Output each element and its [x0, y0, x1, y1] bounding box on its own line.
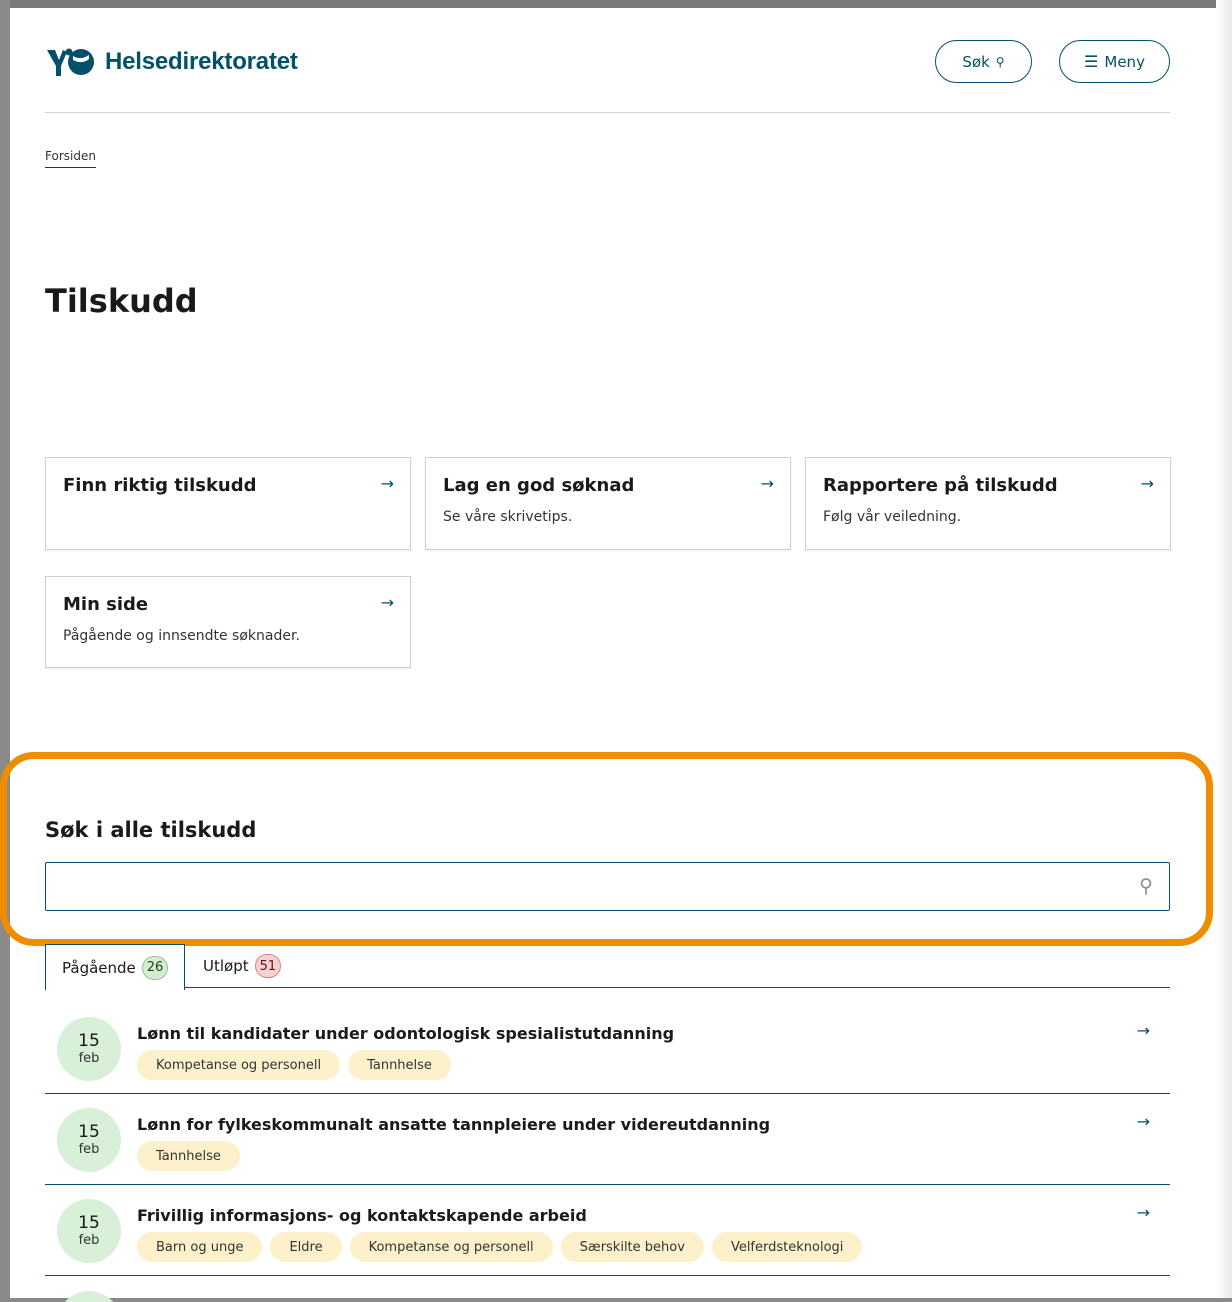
count-badge: 26 — [141, 955, 169, 980]
tab-utlopt[interactable]: Utløpt 51 — [187, 944, 297, 988]
tab-label: Pågående — [62, 958, 136, 977]
date-badge: 15 feb — [57, 1017, 121, 1081]
arrow-right-icon: → — [1136, 1021, 1150, 1040]
tab-bar: Pågående 26 Utløpt 51 — [45, 944, 1170, 990]
tag: Velferdsteknologi — [711, 1232, 863, 1262]
menu-button-label: Meny — [1104, 52, 1145, 71]
search-input[interactable] — [46, 863, 1106, 908]
card-lag-en-god-soknad[interactable]: Lag en god søknad Se våre skrivetips. → — [425, 457, 791, 550]
search-icon: ⚲ — [995, 54, 1005, 69]
card-subtitle: Pågående og innsendte søknader. — [63, 628, 300, 644]
tag: Kompetanse og personell — [349, 1232, 553, 1262]
tag-list: Tannhelse — [137, 1141, 240, 1171]
search-icon[interactable]: ⚲ — [1139, 875, 1153, 897]
tag: Barn og unge — [137, 1232, 263, 1262]
arrow-right-icon: → — [1140, 474, 1154, 493]
item-title: Lønn til kandidater under odontologisk s… — [137, 1024, 675, 1043]
tag: Kompetanse og personell — [137, 1050, 341, 1080]
card-min-side[interactable]: Min side Pågående og innsendte søknader.… — [45, 576, 411, 668]
window-frame-top — [0, 0, 1232, 8]
search-heading: Søk i alle tilskudd — [45, 818, 257, 842]
date-month: feb — [78, 1232, 100, 1248]
tag: Tannhelse — [348, 1050, 451, 1080]
arrow-right-icon: → — [1136, 1112, 1150, 1131]
date-month: feb — [78, 1141, 100, 1157]
arrow-right-icon: → — [760, 474, 774, 493]
logo-text: Helsedirektoratet — [105, 48, 298, 75]
search-button-label: Søk — [962, 52, 990, 71]
tab-label: Utløpt — [203, 957, 249, 975]
date-badge — [57, 1291, 121, 1302]
date-day: 15 — [78, 1212, 100, 1233]
tag-list: Kompetanse og personell Tannhelse — [137, 1050, 451, 1080]
arrow-right-icon: → — [380, 474, 394, 493]
date-day: 15 — [78, 1030, 100, 1051]
logo-link[interactable]: Helsedirektoratet — [45, 46, 298, 78]
helsedirektoratet-logo-icon — [47, 48, 94, 76]
date-day: 15 — [78, 1121, 100, 1142]
search-field[interactable]: ⚲ — [45, 862, 1170, 911]
header-divider — [45, 112, 1170, 113]
tab-pagaende[interactable]: Pågående 26 — [45, 944, 186, 990]
arrow-right-icon: → — [1136, 1203, 1150, 1222]
list-item-partial[interactable] — [45, 1277, 1170, 1302]
card-title: Rapportere på tilskudd — [823, 475, 1058, 496]
hamburger-icon: ☰ — [1084, 52, 1099, 71]
search-button[interactable]: Søk ⚲ — [935, 40, 1032, 83]
tag: Tannhelse — [137, 1141, 240, 1171]
tag: Eldre — [270, 1232, 342, 1262]
list-item[interactable]: 15 feb Lønn til kandidater under odontol… — [45, 1003, 1170, 1094]
tag: Særskilte behov — [560, 1232, 704, 1262]
date-badge: 15 feb — [57, 1199, 121, 1263]
card-finn-riktig-tilskudd[interactable]: Finn riktig tilskudd → — [45, 457, 411, 550]
arrow-right-icon: → — [380, 593, 394, 612]
date-badge: 15 feb — [57, 1108, 121, 1172]
highlight-box — [0, 752, 1213, 946]
card-rapportere-pa-tilskudd[interactable]: Rapportere på tilskudd Følg vår veiledni… — [805, 457, 1171, 550]
menu-button[interactable]: ☰ Meny — [1059, 40, 1170, 83]
site-header: Helsedirektoratet Søk ⚲ ☰ Meny — [45, 40, 1170, 84]
list-item[interactable]: 15 feb Lønn for fylkeskommunalt ansatte … — [45, 1094, 1170, 1185]
card-subtitle: Følg vår veiledning. — [823, 509, 962, 525]
card-subtitle: Se våre skrivetips. — [443, 509, 573, 525]
card-title: Min side — [63, 594, 149, 615]
item-title: Lønn for fylkeskommunalt ansatte tannple… — [137, 1115, 771, 1134]
item-title: Frivillig informasjons- og kontaktskapen… — [137, 1206, 587, 1225]
card-title: Lag en god søknad — [443, 475, 635, 496]
window-frame-left — [0, 0, 10, 1302]
page-title: Tilskudd — [45, 282, 198, 320]
tag-list: Barn og unge Eldre Kompetanse og persone… — [137, 1232, 863, 1262]
window-frame-right — [1216, 0, 1232, 1302]
count-badge: 51 — [254, 954, 282, 978]
date-month: feb — [78, 1050, 100, 1066]
card-title: Finn riktig tilskudd — [63, 475, 257, 496]
list-item[interactable]: 15 feb Frivillig informasjons- og kontak… — [45, 1185, 1170, 1276]
breadcrumb-home[interactable]: Forsiden — [45, 149, 96, 168]
